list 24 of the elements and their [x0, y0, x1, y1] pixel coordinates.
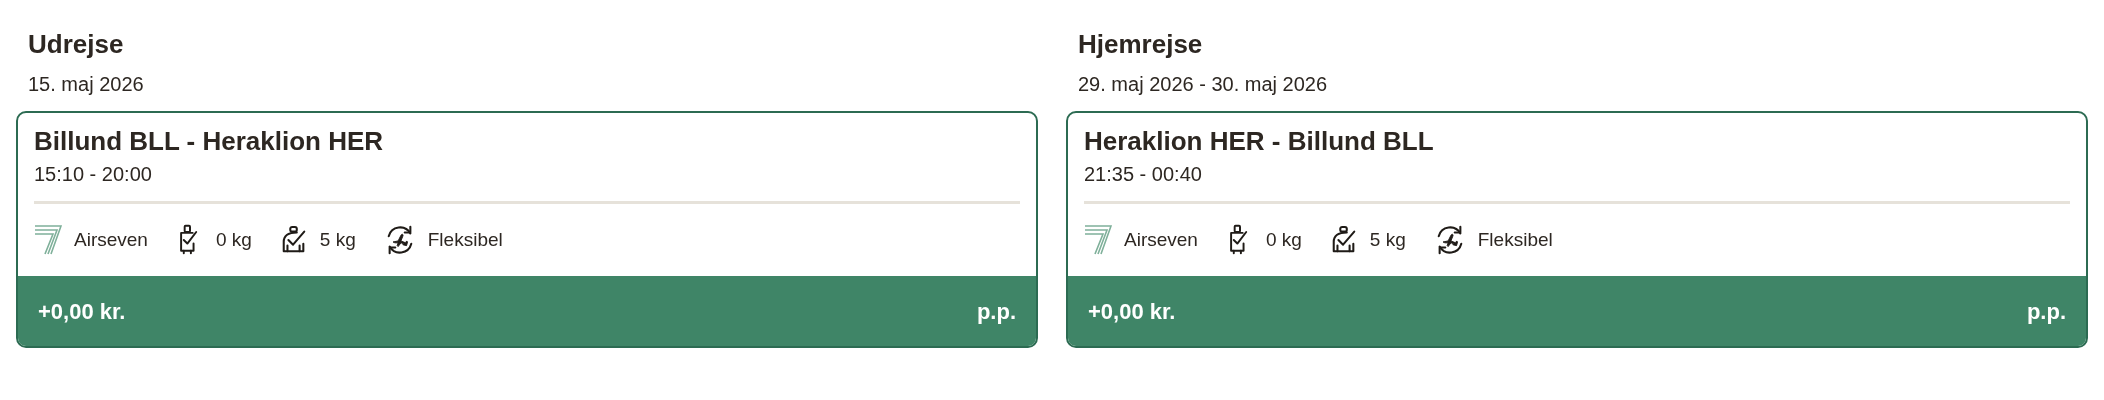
price: +0,00 kr.: [1088, 297, 1176, 326]
leg-date: 15. maj 2026: [27, 71, 145, 97]
price-unit: p.p.: [2026, 297, 2066, 326]
leg-heading: Hjemrejse: [1077, 28, 1204, 61]
airline-name: Airseven: [74, 227, 148, 252]
flight-card[interactable]: Billund BLL - Heraklion HER 15:10 - 20:00 Airseven 0 kg 5 kg Fleksibel +0,00 kr. p.p.: [16, 110, 1038, 348]
feature-label: 5 kg: [319, 227, 356, 252]
feature-label: Fleksibel: [427, 227, 503, 252]
feature-label: Fleksibel: [1477, 227, 1553, 252]
airline-logo-icon: [1084, 224, 1112, 256]
flight-times: 21:35 - 00:40: [1084, 162, 1203, 187]
flight-times: 15:10 - 20:00: [34, 162, 153, 187]
route-title: Heraklion HER - Billund BLL: [1084, 124, 1435, 157]
flight-card[interactable]: Heraklion HER - Billund BLL 21:35 - 00:40 Airseven 0 kg 5 kg Fleksibel +0,00 kr. p.p.: [1066, 110, 2088, 348]
leg-heading: Udrejse: [27, 28, 125, 61]
price-unit: p.p.: [976, 297, 1016, 326]
route-title: Billund BLL - Heraklion HER: [34, 124, 385, 157]
leg-date: 29. maj 2026 - 30. maj 2026: [1077, 71, 1329, 97]
price: +0,00 kr.: [38, 297, 126, 326]
airline-name: Airseven: [1124, 227, 1198, 252]
airline-logo-icon: [34, 224, 62, 256]
feature-label: 0 kg: [215, 227, 252, 252]
feature-label: 0 kg: [1265, 227, 1302, 252]
feature-label: 5 kg: [1369, 227, 1406, 252]
